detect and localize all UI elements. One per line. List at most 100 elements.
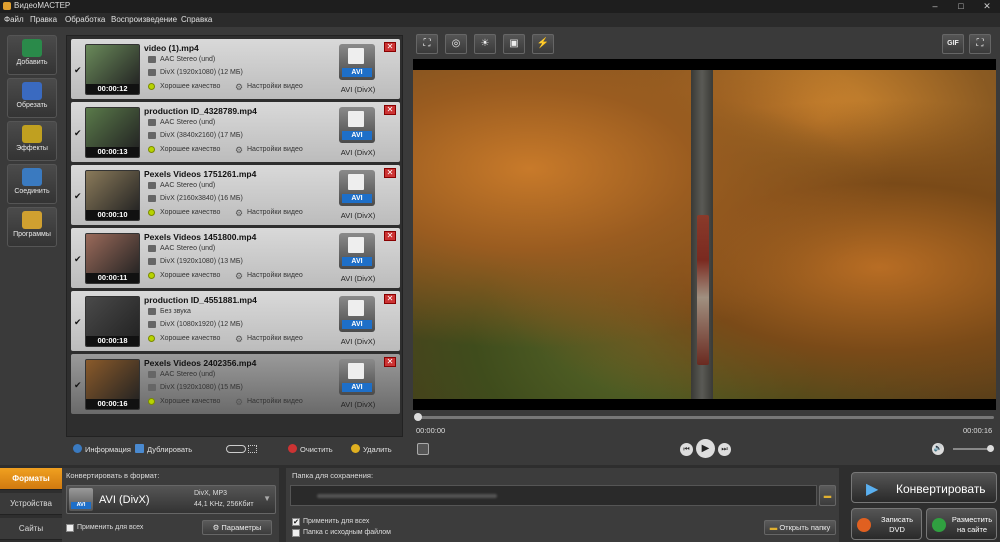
close-button[interactable]: ✕ <box>974 0 1000 13</box>
apply-all-checkbox[interactable] <box>66 524 74 532</box>
video-settings-link[interactable]: Настройки видео <box>247 335 303 342</box>
file-thumbnail[interactable]: 00:00:18 <box>85 296 140 347</box>
remove-file-icon[interactable]: ✕ <box>384 357 396 367</box>
file-thumbnail[interactable]: 00:00:16 <box>85 359 140 410</box>
rotate-icon[interactable]: ◎ <box>445 34 467 54</box>
tab-formats[interactable]: Форматы <box>0 468 62 490</box>
file-thumbnail[interactable]: 00:00:12 <box>85 44 140 95</box>
output-format-icon[interactable]: AVI <box>339 44 375 80</box>
output-format-icon[interactable]: AVI <box>339 359 375 395</box>
seek-knob[interactable] <box>414 413 422 421</box>
file-checkbox[interactable]: ✔ <box>74 66 82 75</box>
prev-icon[interactable]: ⏮ <box>680 443 693 456</box>
file-item[interactable]: ✔ 00:00:10 Pexels Videos 1751261.mp4 AAC St… <box>71 165 400 225</box>
sidebar-effects-button[interactable]: Эффекты <box>7 121 57 161</box>
video-settings-link[interactable]: Настройки видео <box>247 146 303 153</box>
burn-dvd-button[interactable]: Записать DVD <box>851 508 922 540</box>
apply-all-save-label: Применить для всех <box>303 518 370 525</box>
output-format-icon[interactable]: AVI <box>339 233 375 269</box>
menu-playback[interactable]: Воспроизведение <box>111 15 177 24</box>
video-preview[interactable] <box>413 59 996 410</box>
volume-slider[interactable] <box>953 445 994 452</box>
sidebar-add-button[interactable]: Добавить <box>7 35 57 75</box>
sidebar-cut-button[interactable]: Обрезать <box>7 78 57 118</box>
enhance-icon[interactable]: ▣ <box>503 34 525 54</box>
remove-file-icon[interactable]: ✕ <box>384 105 396 115</box>
save-folder-input[interactable] <box>290 485 817 506</box>
video-settings-link[interactable]: Настройки видео <box>247 398 303 405</box>
info-button[interactable]: Информация <box>85 445 131 454</box>
sidebar: Добавить Обрезать Эффекты Соединить Прог… <box>0 30 62 460</box>
remove-file-icon[interactable]: ✕ <box>384 168 396 178</box>
file-thumbnail[interactable]: 00:00:10 <box>85 170 140 221</box>
file-quality[interactable]: Хорошее качество <box>160 209 220 216</box>
snapshot-icon[interactable] <box>417 443 429 455</box>
settings-icon: ⚙ <box>235 82 244 92</box>
file-checkbox[interactable]: ✔ <box>74 255 82 264</box>
output-format-name: AVI (DivX) <box>340 85 376 94</box>
open-folder-button[interactable]: ▬ Открыть папку <box>764 520 836 535</box>
file-checkbox[interactable]: ✔ <box>74 192 82 201</box>
grid-view-icon[interactable] <box>248 445 257 453</box>
file-item[interactable]: ✔ 00:00:12 video (1).mp4 AAC Stereo (und) Di… <box>71 39 400 99</box>
clear-button[interactable]: Очистить <box>300 445 333 454</box>
remove-file-icon[interactable]: ✕ <box>384 42 396 52</box>
file-item[interactable]: ✔ 00:00:13 production ID_4328789.mp4 AAC St… <box>71 102 400 162</box>
browse-folder-icon[interactable]: ▬ <box>819 485 836 506</box>
file-item[interactable]: ✔ 00:00:16 Pexels Videos 2402356.mp4 AAC St… <box>71 354 400 414</box>
file-quality[interactable]: Хорошее качество <box>160 146 220 153</box>
crop-icon[interactable]: ⛶ <box>416 34 438 54</box>
menu-process[interactable]: Обработка <box>65 15 105 24</box>
document-icon <box>348 363 364 379</box>
format-select[interactable]: AVI AVI (DivX) DivX, MP3 44,1 KHz, 256Кб… <box>66 485 276 514</box>
view-toggle[interactable] <box>226 445 246 453</box>
remove-file-icon[interactable]: ✕ <box>384 231 396 241</box>
delete-button[interactable]: Удалить <box>363 445 392 454</box>
menu-edit[interactable]: Правка <box>30 15 57 24</box>
convert-button[interactable]: ▶ Конвертировать <box>851 472 997 503</box>
speed-icon[interactable]: ⚡ <box>532 34 554 54</box>
menu-help[interactable]: Справка <box>181 15 212 24</box>
file-item[interactable]: ✔ 00:00:18 production ID_4551881.mp4 Без зв… <box>71 291 400 351</box>
volume-icon[interactable]: 🔊 <box>932 443 944 455</box>
volume-knob[interactable] <box>987 445 994 452</box>
menu-file[interactable]: Файл <box>4 15 24 24</box>
apply-all-save-checkbox[interactable]: ✔ <box>292 518 300 526</box>
file-checkbox[interactable]: ✔ <box>74 381 82 390</box>
clear-icon <box>288 444 297 453</box>
file-item[interactable]: ✔ 00:00:11 Pexels Videos 1451800.mp4 AAC St… <box>71 228 400 288</box>
gif-button[interactable]: GIF <box>942 34 964 54</box>
sidebar-join-button[interactable]: Соединить <box>7 164 57 204</box>
file-duration: 00:00:16 <box>86 399 139 409</box>
output-format-icon[interactable]: AVI <box>339 170 375 206</box>
file-quality[interactable]: Хорошее качество <box>160 83 220 90</box>
tab-sites[interactable]: Сайты <box>0 518 62 540</box>
sidebar-programs-button[interactable]: Программы <box>7 207 57 247</box>
video-settings-link[interactable]: Настройки видео <box>247 272 303 279</box>
video-settings-link[interactable]: Настройки видео <box>247 83 303 90</box>
remove-file-icon[interactable]: ✕ <box>384 294 396 304</box>
params-button[interactable]: ⚙ Параметры <box>202 520 272 535</box>
next-icon[interactable]: ⏭ <box>718 443 731 456</box>
file-quality[interactable]: Хорошее качество <box>160 398 220 405</box>
fullscreen-icon[interactable]: ⛶ <box>969 34 991 54</box>
minimize-button[interactable]: – <box>922 0 948 13</box>
maximize-button[interactable]: □ <box>948 0 974 13</box>
play-icon[interactable]: ▶ <box>696 439 715 458</box>
video-settings-link[interactable]: Настройки видео <box>247 209 303 216</box>
publish-button[interactable]: Разместить на сайте <box>926 508 997 540</box>
file-quality[interactable]: Хорошее качество <box>160 335 220 342</box>
file-checkbox[interactable]: ✔ <box>74 129 82 138</box>
file-thumbnail[interactable]: 00:00:11 <box>85 233 140 284</box>
seek-bar[interactable] <box>414 413 994 421</box>
brightness-icon[interactable]: ☀ <box>474 34 496 54</box>
output-format-icon[interactable]: AVI <box>339 296 375 332</box>
file-thumbnail[interactable]: 00:00:13 <box>85 107 140 158</box>
tab-devices[interactable]: Устройства <box>0 493 62 515</box>
same-folder-checkbox[interactable] <box>292 529 300 537</box>
output-format-icon[interactable]: AVI <box>339 107 375 143</box>
sidebar-cut-label: Обрезать <box>16 102 48 109</box>
duplicate-button[interactable]: Дублировать <box>147 445 192 454</box>
file-checkbox[interactable]: ✔ <box>74 318 82 327</box>
file-quality[interactable]: Хорошее качество <box>160 272 220 279</box>
